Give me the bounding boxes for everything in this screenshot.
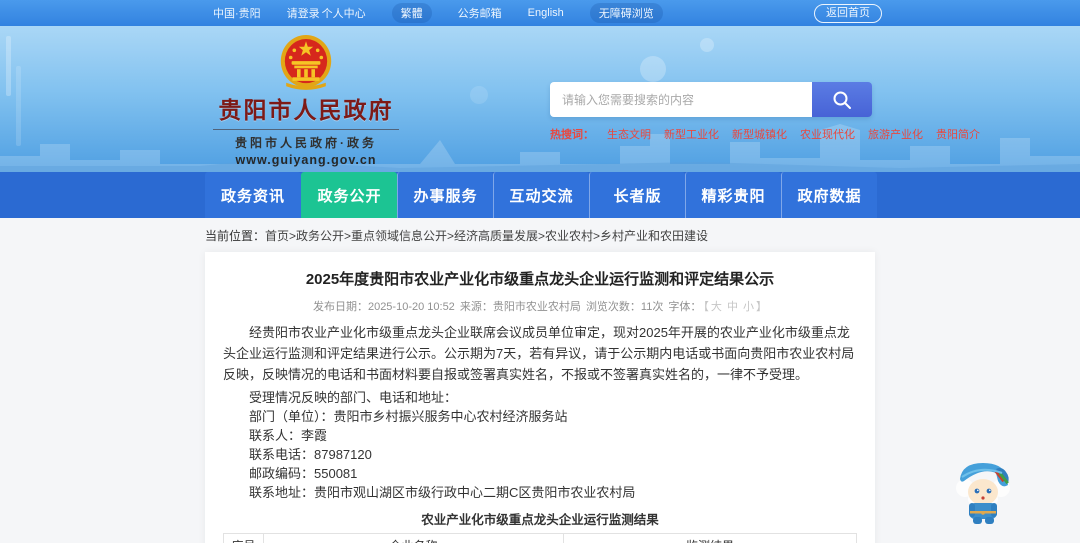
decor-streak [6,36,11,96]
font-size-label: 字体： [668,301,702,313]
bracket: 【 [703,301,709,313]
hot-search-label: 热搜词： [550,129,594,141]
assistant-mascot-button[interactable] [952,455,1014,530]
site-subtitle: 贵阳市人民政府·政务 [213,129,399,151]
header-index: 序号 [223,533,264,543]
article-paragraph: 经贵阳市农业产业化市级重点龙头企业联席会议成员单位审定，现对2025年开展的农业… [223,325,855,382]
table-header-row: 序号 企业名称 监测结果 [223,533,857,543]
national-emblem-icon [280,35,332,90]
nav-tab-highlights[interactable]: 精彩贵阳 [685,172,781,218]
nav-tab-elderly-version[interactable]: 长者版 [589,172,685,218]
nav-tab-services[interactable]: 办事服务 [397,172,493,218]
hot-word-link[interactable]: 新型工业化 [664,126,719,142]
table-caption: 农业产业化市级重点龙头企业运行监测结果 [421,513,659,528]
decor-bokeh [700,38,714,52]
hot-search-row: 热搜词： 生态文明 新型工业化 新型城镇化 农业现代化 旅游产业化 贵阳简介 [550,126,980,142]
top-utility-bar: 中国·贵阳 请登录 个人中心 繁體 公务邮箱 English 无障碍浏览 返回首… [0,0,1080,26]
article-meta: 发布日期：2025-10-20 10:52 来源：贵阳市农业农村局 浏览次数：1… [223,298,857,314]
english-link[interactable]: English [528,7,564,19]
accessibility-link[interactable]: 无障碍浏览 [589,3,663,23]
official-mail-link[interactable]: 公务邮箱 [458,5,502,21]
contact-postcode: 邮政编码：550081 [249,466,358,482]
hot-word-link[interactable]: 贵阳简介 [936,126,980,142]
content-area: 当前位置：首页>政务公开>重点领域信息公开>经济高质量发展>农业农村>乡村产业和… [0,218,1080,543]
contact-phone: 联系电话：87987120 [249,447,372,463]
guiyang-gov-page: 中国·贵阳 请登录 个人中心 繁體 公务邮箱 English 无障碍浏览 返回首… [0,0,1080,543]
decor-bokeh [640,56,666,82]
bracket: 】 [756,301,768,313]
font-size-small-button[interactable]: 小 [743,301,754,313]
article-card: 2025年度贵阳市农业产业化市级重点龙头企业运行监测和评定结果公示 发布日期：2… [205,252,875,543]
search-icon [833,91,851,109]
nav-tab-gov-news[interactable]: 政务资讯 [205,172,301,218]
header-company-name: 企业名称 [263,533,564,543]
site-url: www.guiyang.gov.cn [235,153,377,167]
font-size-medium-button[interactable]: 中 [727,301,738,313]
search-input[interactable] [550,82,812,117]
article-title: 2025年度贵阳市农业产业化市级重点龙头企业运行监测和评定结果公示 [305,271,775,288]
topbar-link-china-guiyang[interactable]: 中国·贵阳 [213,5,261,21]
search-area: 热搜词： 生态文明 新型工业化 新型城镇化 农业现代化 旅游产业化 贵阳简介 [550,82,980,142]
site-brand[interactable]: 贵阳市人民政府 贵阳市人民政府·政务 www.guiyang.gov.cn [213,34,399,167]
article-source: 来源：贵阳市农业农村局 [459,301,581,313]
site-title: 贵阳市人民政府 [218,97,394,123]
main-nav: 政务资讯 政务公开 办事服务 互动交流 长者版 精彩贵阳 政府数据 [0,172,1080,218]
view-count: 浏览次数：11次 [585,301,664,313]
breadcrumb: 当前位置：首页>政务公开>重点领域信息公开>经济高质量发展>农业农村>乡村产业和… [205,227,1080,244]
nav-tab-gov-info-disclosure[interactable]: 政务公开 [301,172,397,218]
back-to-home-button[interactable]: 返回首页 [814,4,882,23]
contact-address: 联系地址：贵阳市观山湖区市级行政中心二期C区贵阳市农业农村局 [249,485,636,501]
login-link[interactable]: 请登录 [287,5,320,21]
font-size-large-button[interactable]: 大 [711,301,722,313]
contact-intro: 受理情况反映的部门、电话和地址： [249,390,458,406]
nav-tab-interaction[interactable]: 互动交流 [493,172,589,218]
login-personal-center-group: 请登录 个人中心 [287,5,366,21]
nav-tab-gov-data[interactable]: 政府数据 [781,172,877,218]
breadcrumb-path[interactable]: 首页>政务公开>重点领域信息公开>经济高质量发展>农业农村>乡村产业和农田建设 [265,229,708,243]
hot-word-link[interactable]: 农业现代化 [800,126,855,142]
hot-word-link[interactable]: 旅游产业化 [868,126,923,142]
mascot-assistant-icon [956,463,1010,524]
monitoring-results-table: 序号 企业名称 监测结果 1 贵州合力超市采购有限公司 合格 2 贵州友禾种业有… [223,533,857,543]
breadcrumb-label: 当前位置： [205,229,266,243]
decor-bokeh [470,86,488,104]
search-button[interactable] [812,82,872,117]
hot-word-link[interactable]: 新型城镇化 [732,126,787,142]
header-result: 监测结果 [563,533,857,543]
personal-center-link[interactable]: 个人中心 [322,5,366,21]
contact-person: 联系人：李霞 [249,428,328,444]
traditional-chinese-link[interactable]: 繁體 [391,3,432,23]
contact-department: 部门（单位）：贵阳市乡村振兴服务中心农村经济服务站 [249,409,568,425]
publish-date: 发布日期：2025-10-20 10:52 [312,301,455,313]
hot-word-link[interactable]: 生态文明 [607,126,651,142]
site-header: 贵阳市人民政府 贵阳市人民政府·政务 www.guiyang.gov.cn 热搜… [0,26,1080,172]
